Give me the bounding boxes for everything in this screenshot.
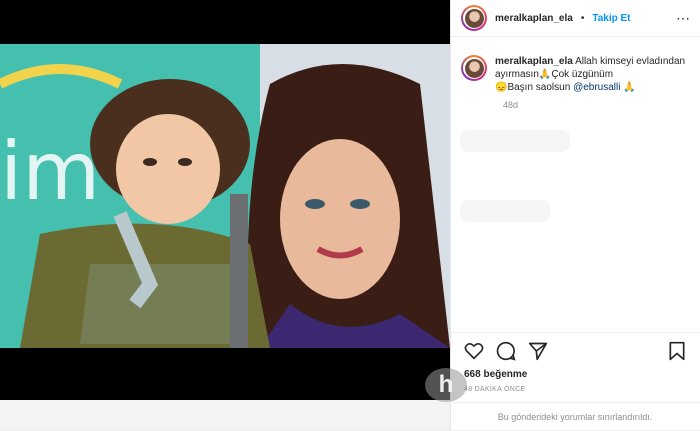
follow-button[interactable]: Takip Et	[592, 13, 630, 24]
caption-mention[interactable]: @ebrusalli	[573, 82, 620, 93]
heart-icon[interactable]	[464, 342, 484, 360]
caption-avatar[interactable]	[461, 55, 487, 81]
faded-comment-area	[460, 130, 690, 320]
comment-icon[interactable]	[496, 341, 516, 361]
avatar[interactable]	[461, 5, 487, 31]
bookmark-icon[interactable]	[668, 341, 686, 361]
svg-text:im: im	[0, 125, 100, 218]
likes-count[interactable]: 668 beğenme	[450, 361, 700, 380]
share-icon[interactable]	[528, 341, 548, 361]
post-actions: 668 beğenme 48 DAKİKA ÖNCE	[450, 332, 700, 393]
letterbox-bottom	[0, 348, 450, 400]
post-timestamp[interactable]: 48 DAKİKA ÖNCE	[450, 380, 700, 393]
watermark-logo: h	[425, 368, 467, 402]
photo-illustration: im	[0, 44, 450, 348]
caption-time[interactable]: 48d	[451, 94, 700, 110]
letterbox-top	[0, 0, 450, 44]
post-username[interactable]: meralkaplan_ela	[495, 13, 573, 24]
post-media-panel: im	[0, 0, 450, 430]
caption-line-2: 😞Başın saolsun	[495, 82, 571, 93]
more-horizontal-icon[interactable]: ⋯	[676, 10, 691, 27]
caption-end: 🙏	[623, 82, 636, 93]
caption-text: meralkaplan_ela Allah kimseyi evladından…	[495, 55, 691, 94]
caption-row: meralkaplan_ela Allah kimseyi evladından…	[451, 37, 700, 94]
comments-limited-notice: Bu gönderideki yorumlar sınırlandırıldı.	[450, 402, 700, 431]
caption-username[interactable]: meralkaplan_ela	[495, 56, 573, 67]
post-header: meralkaplan_ela • Takip Et ⋯	[451, 0, 700, 37]
action-icons-row	[450, 333, 700, 361]
separator-dot: •	[580, 12, 585, 24]
page-background-strip	[0, 400, 450, 430]
post-photo[interactable]: im	[0, 44, 450, 348]
